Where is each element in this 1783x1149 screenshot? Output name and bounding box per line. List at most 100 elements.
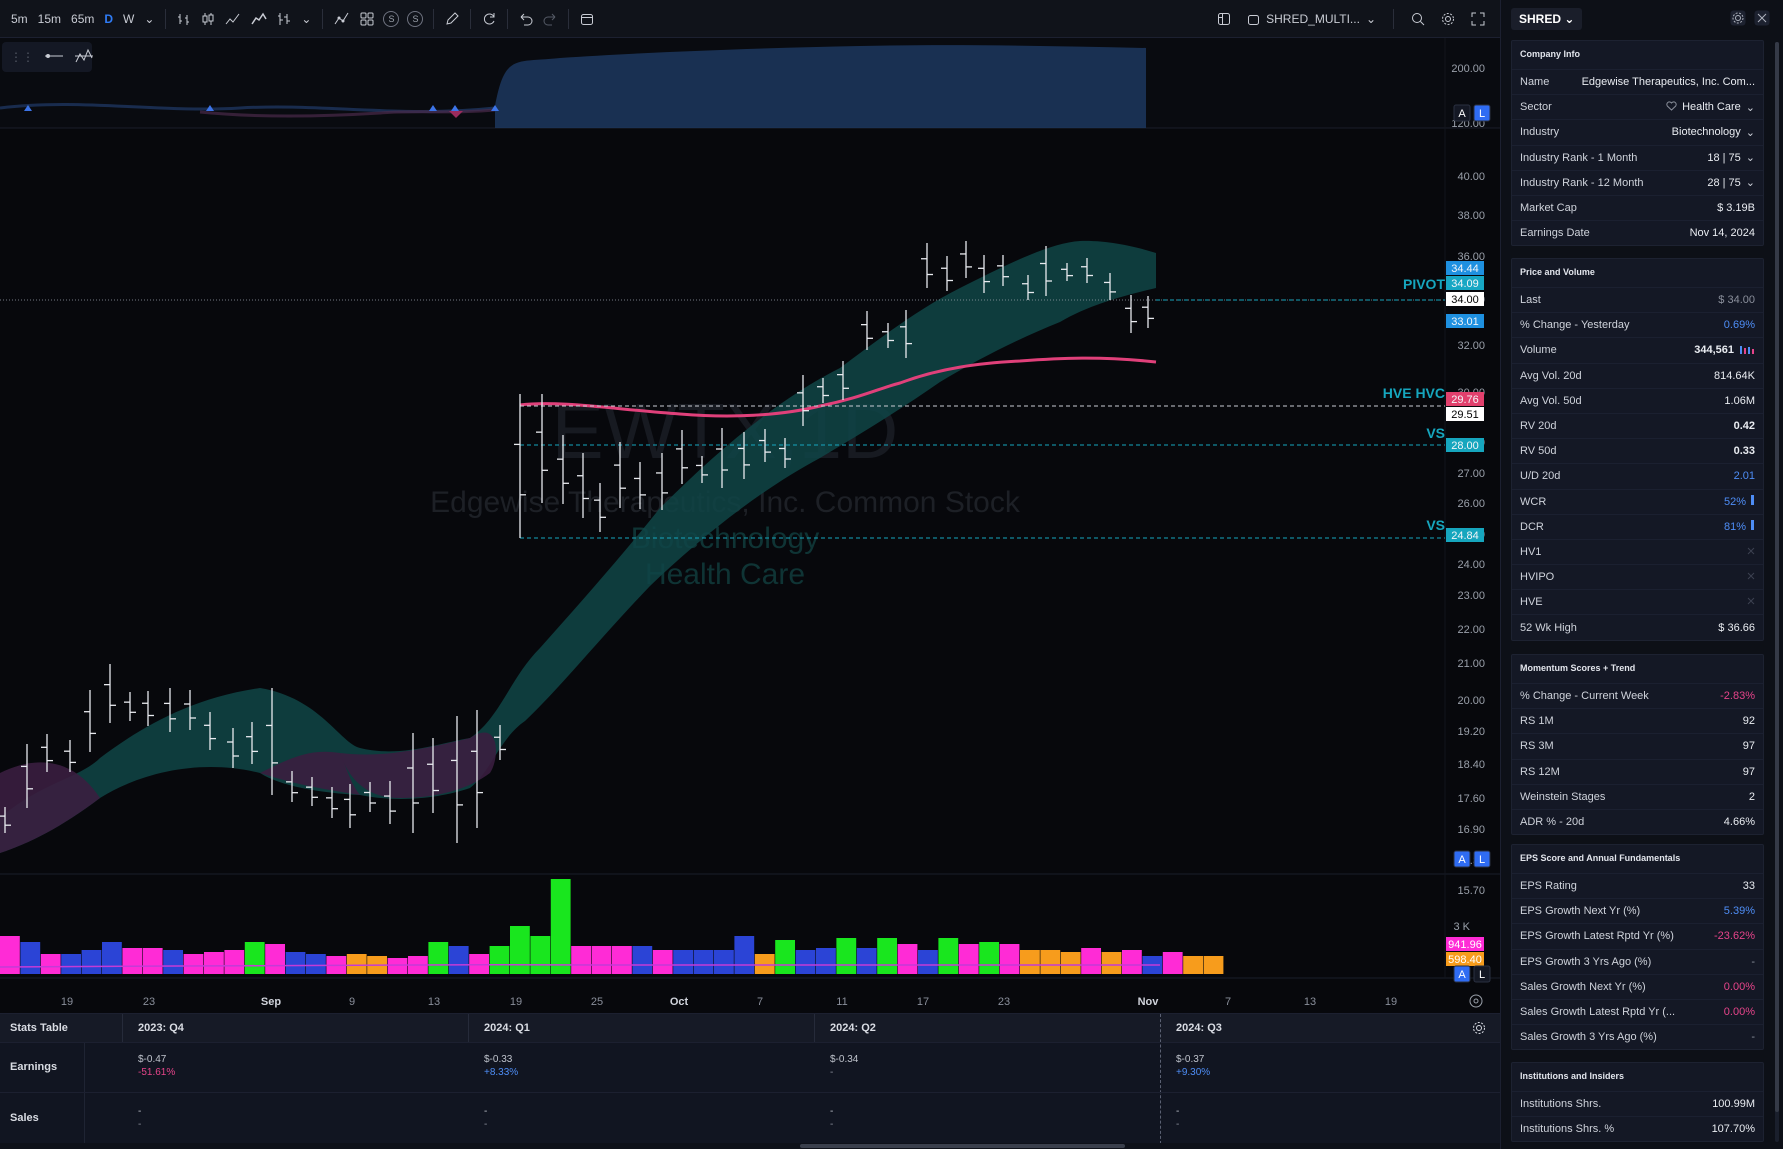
row-value: 28 | 75 <box>1707 176 1741 189</box>
anchored-vwap-tool-icon[interactable] <box>74 48 94 67</box>
volume-bar <box>81 950 102 974</box>
price-chart-svg[interactable]: EWTX,1DEdgewise Therapeutics, Inc. Commo… <box>0 38 1500 1013</box>
fullscreen-icon[interactable] <box>1466 7 1490 31</box>
gear-icon[interactable] <box>1436 7 1460 31</box>
chart-style-dropdown-chevron-icon[interactable]: ⌄ <box>296 7 316 31</box>
time-axis-gear-icon-center[interactable] <box>1473 998 1479 1004</box>
price-tag: 34.00 <box>1451 294 1479 306</box>
timeframe-5m[interactable]: 5m <box>6 7 33 31</box>
company-card-title: Company Info <box>1520 49 1580 59</box>
pencil-icon[interactable] <box>440 7 464 31</box>
volume-bar <box>795 950 816 974</box>
price-axis-tick: 15.70 <box>1457 885 1485 897</box>
panel-settings-gear-icon[interactable] <box>1729 10 1747 28</box>
chevron-down-icon[interactable]: ⌄ <box>1746 126 1755 139</box>
row-label: EPS Growth Next Yr (%) <box>1520 905 1641 918</box>
volume-bar <box>1081 948 1101 974</box>
volume-bar <box>489 946 510 974</box>
panel-scrollbar[interactable] <box>1775 42 1779 1142</box>
candles-icon[interactable] <box>196 7 220 31</box>
calendar-icon[interactable] <box>575 7 599 31</box>
row-rs-3m: RS 3M 97 <box>1512 733 1763 758</box>
panel-symbol-select[interactable]: SHRED ⌄ <box>1511 8 1583 30</box>
price-tag: 33.01 <box>1451 316 1479 328</box>
sales-row: Sales -- -- -- -- <box>0 1092 1500 1143</box>
momentum-card-title: Momentum Scores + Trend <box>1520 663 1636 673</box>
sales-q2-2024: -- <box>830 1106 834 1130</box>
row-eps-growth-3-yrs-ago: EPS Growth 3 Yrs Ago (%) - <box>1512 948 1763 974</box>
toolbar-divider <box>568 8 570 29</box>
stats-table-title: Stats Table <box>10 1022 68 1034</box>
stats-horizontal-scrollbar[interactable] <box>0 1143 1500 1149</box>
row-label: RS 1M <box>1520 715 1554 728</box>
undo-icon[interactable] <box>514 7 538 31</box>
empty-x-icon <box>1747 546 1755 558</box>
price-axis-tick: 26.00 <box>1457 498 1485 510</box>
toolbar-divider <box>433 8 435 29</box>
timeframe-65m[interactable]: 65m <box>66 7 99 31</box>
volume-pane-log-scale-button[interactable]: L <box>1479 969 1485 981</box>
search-icon[interactable] <box>1406 7 1430 31</box>
row-value-wrap: $ 34.00 <box>1718 294 1755 306</box>
volume-bar <box>775 940 795 974</box>
price-pane-auto-scale-button[interactable]: A <box>1458 854 1466 866</box>
row-value-wrap: Biotechnology ⌄ <box>1672 126 1755 139</box>
volume-pane-auto-scale-button[interactable]: A <box>1458 969 1466 981</box>
volume-bar <box>20 942 41 974</box>
row-name: Name Edgewise Therapeutics, Inc. Com... <box>1512 69 1763 94</box>
row-label: Institutions Shrs. <box>1520 1098 1602 1111</box>
rs-pane-log-scale-button[interactable]: L <box>1479 108 1485 120</box>
panel-scrollbar-thumb[interactable] <box>1775 42 1779 1112</box>
close-icon[interactable] <box>1753 10 1771 28</box>
area-chart-icon[interactable] <box>246 7 272 31</box>
chevron-down-icon[interactable]: ⌄ <box>1746 101 1755 114</box>
symbol-sync-circle-icon[interactable]: S <box>383 10 400 27</box>
row-eps-growth-next-yr: EPS Growth Next Yr (%) 5.39% <box>1512 898 1763 923</box>
row-value: 4.66% <box>1723 816 1755 829</box>
time-axis-gear-icon[interactable] <box>1469 994 1483 1008</box>
rs-pane-auto-scale-button[interactable]: A <box>1458 108 1466 120</box>
row-earnings-date: Earnings Date Nov 14, 2024 <box>1512 220 1763 245</box>
drag-handle-icon[interactable]: ⋮⋮ <box>10 50 34 64</box>
row-value-wrap: 814.64K <box>1714 370 1755 382</box>
price-tag: 34.09 <box>1451 278 1479 290</box>
redo-icon[interactable] <box>538 7 562 31</box>
row-label: Weinstein Stages <box>1520 790 1606 803</box>
column-header-q4-2023: 2023: Q4 <box>138 1022 184 1034</box>
row-value-wrap: 0.42 <box>1734 420 1755 432</box>
cloud-icon <box>1248 14 1260 25</box>
row-label: % Change - Yesterday <box>1520 319 1630 332</box>
chevron-down-icon[interactable]: ⌄ <box>1746 151 1755 164</box>
layout-name-selector[interactable]: SHRED_MULTI... ⌄ <box>1242 7 1381 31</box>
hlc-bars-icon[interactable] <box>272 7 296 31</box>
chevron-down-icon[interactable]: ⌄ <box>1746 176 1755 189</box>
teal-ma-cloud <box>0 240 1156 853</box>
layout-panels-icon[interactable] <box>1212 7 1236 31</box>
bar-style-icon[interactable] <box>172 7 196 31</box>
timeframe-dropdown-chevron-icon[interactable]: ⌄ <box>139 7 159 31</box>
row-sales-growth-latest-rptd-yr: Sales Growth Latest Rptd Yr (... 0.00% <box>1512 998 1763 1024</box>
volume-bar <box>1040 950 1061 974</box>
stats-settings-gear-icon[interactable] <box>1472 1021 1486 1038</box>
refresh-icon[interactable] <box>477 7 501 31</box>
interval-sync-circle-icon[interactable]: S <box>407 10 424 27</box>
chart-area[interactable]: EWTX,1DEdgewise Therapeutics, Inc. Commo… <box>0 38 1500 1013</box>
volume-bar <box>102 942 122 974</box>
price-axis-tick: 16.90 <box>1457 824 1485 836</box>
stats-scrollbar-thumb[interactable] <box>800 1144 1125 1148</box>
volume-bars-icon <box>1739 344 1755 357</box>
line-chart-icon[interactable] <box>220 7 246 31</box>
timeframe-15m[interactable]: 15m <box>33 7 66 31</box>
horizontal-line-tool-icon[interactable] <box>44 50 64 64</box>
price-pane-log-scale-button[interactable]: L <box>1479 854 1485 866</box>
layout-grid-icon[interactable] <box>355 7 379 31</box>
timeframe-daily[interactable]: D <box>99 7 118 31</box>
row-wcr: WCR 52% <box>1512 488 1763 514</box>
indicators-icon[interactable] <box>329 7 355 31</box>
timeframe-weekly[interactable]: W <box>118 7 139 31</box>
momentum-card: Momentum Scores + Trend % Change - Curren… <box>1511 654 1764 836</box>
row-value-wrap: 18 | 75 ⌄ <box>1707 151 1755 165</box>
volume-bar <box>346 954 367 974</box>
eps-card: EPS Score and Annual Fundamentals EPS Rat… <box>1511 844 1764 1051</box>
row-label: 52 Wk High <box>1520 621 1577 634</box>
